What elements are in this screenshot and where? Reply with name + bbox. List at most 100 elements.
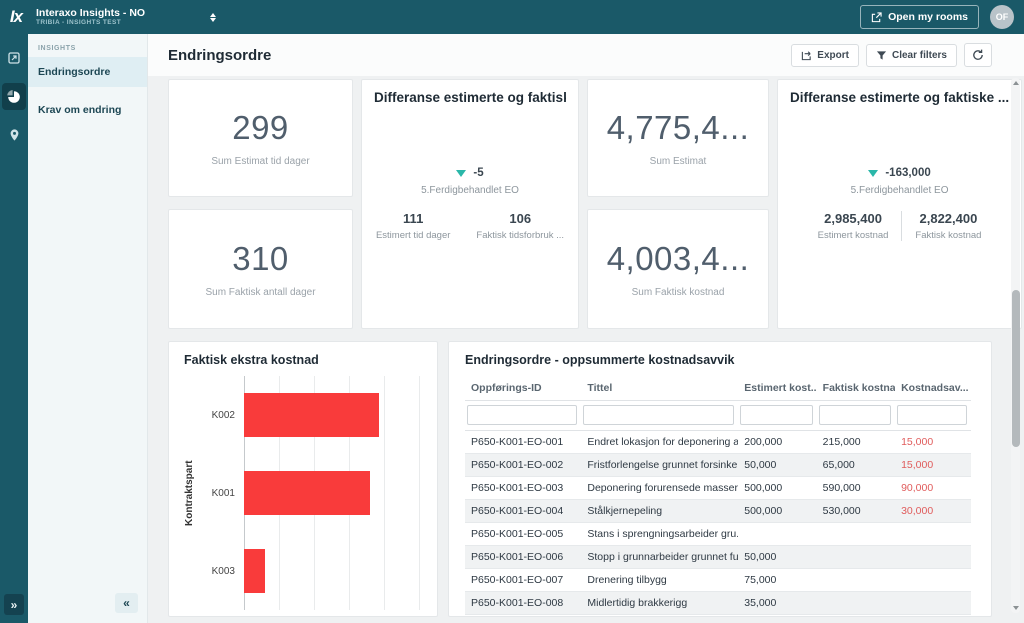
- clear-filters-label: Clear filters: [892, 50, 947, 61]
- delta-row: -5: [374, 167, 566, 179]
- refresh-icon: [972, 49, 984, 61]
- cell-tittel: Drenering tilbygg: [581, 569, 738, 592]
- scroll-down-arrow-icon[interactable]: [1013, 606, 1019, 610]
- bar-K002[interactable]: [244, 393, 379, 437]
- table-row[interactable]: P650-K001-EO-007Drenering tilbygg75,000: [465, 569, 971, 592]
- decrease-triangle-icon: [456, 170, 466, 177]
- kpi-card-sum-faktisk-kostnad: 4,003,4... Sum Faktisk kostnad: [587, 209, 769, 329]
- workspace-switcher-icon[interactable]: [207, 10, 219, 25]
- sidebar-item-krav-om-endring[interactable]: Krav om endring: [28, 95, 147, 125]
- rail-item-locations[interactable]: [2, 123, 26, 147]
- page-title: Endringsordre: [168, 47, 271, 64]
- chart-title: Faktisk ekstra kostnad: [184, 353, 427, 367]
- filter-input-avvik[interactable]: [897, 405, 967, 425]
- table-row[interactable]: P650-K001-EO-004Stålkjernepeling500,0005…: [465, 500, 971, 523]
- col-header-kostnadsavvik[interactable]: Kostnadsav...: [895, 375, 971, 401]
- cell-tittel: Stålkjernepeling: [581, 500, 738, 523]
- kpi-value: 4,003,4...: [607, 240, 750, 278]
- rail-expand-button[interactable]: »: [4, 594, 24, 615]
- col-header-tittel[interactable]: Tittel: [581, 375, 738, 401]
- rail-item-insights[interactable]: [2, 83, 26, 110]
- cell-estimert: 50,000: [738, 454, 816, 477]
- cell-avvik: [895, 592, 971, 615]
- open-my-rooms-button[interactable]: Open my rooms: [860, 5, 979, 29]
- cell-tittel: Midlertidig brakkerigg: [581, 592, 738, 615]
- kpi-card-differanse-kostnad: Differanse estimerte og faktiske ... -16…: [777, 79, 1022, 329]
- kpi-card-grid: 299 Sum Estimat tid dager Differanse est…: [168, 79, 992, 329]
- cell-id: P650-K001-EO-007: [465, 569, 581, 592]
- sidebar-collapse-button[interactable]: «: [115, 593, 138, 613]
- delta-row: -163,000: [790, 167, 1009, 179]
- sidebar: INSIGHTS Endringsordre Krav om endring «: [28, 34, 148, 623]
- bar-K003[interactable]: [244, 549, 265, 593]
- scrollbar-thumb[interactable]: [1012, 290, 1020, 447]
- cell-faktisk: [817, 523, 895, 546]
- rail-item-rooms[interactable]: [2, 46, 26, 70]
- table-row[interactable]: P650-K001-EO-006Stopp i grunnarbeider gr…: [465, 546, 971, 569]
- cell-faktisk: [817, 569, 895, 592]
- cell-id: P650-K001-EO-008: [465, 592, 581, 615]
- stat-value: 2,985,400: [818, 211, 889, 226]
- kpi-label: Sum Estimat: [650, 156, 707, 167]
- app-subtitle: TRIBIA - INSIGHTS TEST: [36, 19, 145, 26]
- cell-id: P650-K001-EO-004: [465, 500, 581, 523]
- bar-category-label: K002: [198, 410, 244, 421]
- filter-input-faktisk[interactable]: [819, 405, 891, 425]
- cell-avvik: [895, 546, 971, 569]
- cell-faktisk: 530,000: [817, 500, 895, 523]
- export-button[interactable]: Export: [791, 44, 859, 67]
- col-header-estimert-kostnad[interactable]: Estimert kost...: [738, 375, 816, 401]
- cell-estimert: 50,000: [738, 546, 816, 569]
- table-row[interactable]: P650-K001-EO-001Endret lokasjon for depo…: [465, 431, 971, 454]
- user-avatar[interactable]: OF: [990, 5, 1014, 29]
- cell-faktisk: [817, 546, 895, 569]
- app-title-block: Interaxo Insights - NO TRIBIA - INSIGHTS…: [36, 8, 145, 27]
- refresh-button[interactable]: [964, 43, 992, 67]
- cell-estimert: 200,000: [738, 431, 816, 454]
- cell-estimert: [738, 523, 816, 546]
- filter-input-estimert[interactable]: [740, 405, 812, 425]
- filter-input-oppforings-id[interactable]: [467, 405, 577, 425]
- insights-pie-icon: [7, 90, 21, 104]
- clear-filters-button[interactable]: Clear filters: [866, 44, 957, 67]
- table-row[interactable]: P650-K001-EO-002Fristforlengelse grunnet…: [465, 454, 971, 477]
- table-row[interactable]: P650-K001-EO-008Midlertidig brakkerigg35…: [465, 592, 971, 615]
- bar-category-label: K003: [198, 566, 244, 577]
- table-row[interactable]: P650-K001-EO-005Stans i sprengningsarbei…: [465, 523, 971, 546]
- delta-context: 5.Ferdigbehandlet EO: [374, 185, 566, 196]
- kpi-card-differanse-tid: Differanse estimerte og faktiske ... -5 …: [361, 79, 579, 329]
- interaxo-logo[interactable]: Ix: [0, 7, 32, 27]
- chart-y-axis-label: Kontraktspart: [184, 376, 198, 610]
- col-header-oppforings-id[interactable]: Oppførings-ID: [465, 375, 581, 401]
- cell-tittel: Fristforlengelse grunnet forsinke...: [581, 454, 738, 477]
- table-row[interactable]: P650-K001-EO-003Deponering forurensede m…: [465, 477, 971, 500]
- page-header: Endringsordre Export Clear filters: [148, 34, 1024, 76]
- open-my-rooms-label: Open my rooms: [888, 11, 968, 23]
- stat-label: Estimert tid dager: [376, 230, 450, 241]
- sidebar-item-endringsordre[interactable]: Endringsordre: [28, 57, 147, 87]
- cell-estimert: 75,000: [738, 569, 816, 592]
- cell-avvik: 15,000: [895, 431, 971, 454]
- kpi-value: 299: [232, 109, 289, 147]
- decrease-triangle-icon: [868, 170, 878, 177]
- cell-estimert: 500,000: [738, 477, 816, 500]
- cell-estimert: 35,000: [738, 592, 816, 615]
- cell-id: P650-K001-EO-003: [465, 477, 581, 500]
- card-title: Differanse estimerte og faktiske ...: [790, 90, 1009, 106]
- cell-faktisk: 590,000: [817, 477, 895, 500]
- cell-estimert: 500,000: [738, 500, 816, 523]
- cell-tittel: Endret lokasjon for deponering a...: [581, 431, 738, 454]
- main-content: Endringsordre Export Clear filters: [148, 34, 1024, 623]
- cell-id: P650-K001-EO-001: [465, 431, 581, 454]
- delta-context: 5.Ferdigbehandlet EO: [790, 185, 1009, 196]
- cell-tittel: Stopp i grunnarbeider grunnet fu...: [581, 546, 738, 569]
- bar-chart-card: Faktisk ekstra kostnad Kontraktspart K00…: [168, 341, 438, 617]
- scroll-up-arrow-icon[interactable]: [1013, 81, 1019, 85]
- table-header-row: Oppførings-ID Tittel Estimert kost... Fa…: [465, 375, 971, 401]
- bar-K001[interactable]: [244, 471, 370, 515]
- cell-faktisk: 65,000: [817, 454, 895, 477]
- main-scrollbar[interactable]: [1011, 78, 1020, 613]
- cell-faktisk: 215,000: [817, 431, 895, 454]
- col-header-faktisk-kostnad[interactable]: Faktisk kostnad: [817, 375, 895, 401]
- filter-input-tittel[interactable]: [583, 405, 734, 425]
